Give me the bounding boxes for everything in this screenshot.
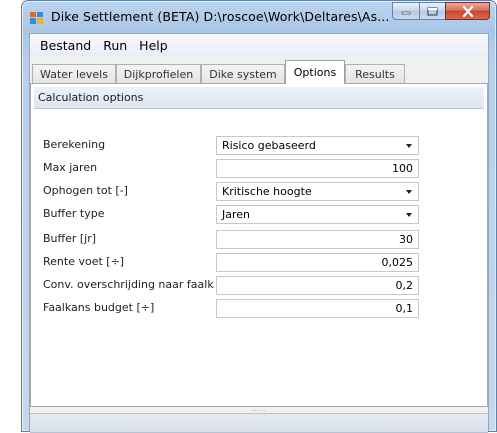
buffer-type-value: Jaren: [222, 208, 251, 221]
menu-bar: Bestand Run Help: [30, 34, 488, 56]
title-bar[interactable]: Dike Settlement (BETA) D:\roscoe\Work\De…: [22, 1, 496, 33]
options-tab-page: Calculation options Berekening Risico ge…: [30, 83, 488, 407]
rente-voet-label: Rente voet [÷]: [43, 255, 125, 268]
ophogen-tot-value: Kritische hoogte: [222, 185, 312, 198]
option-row-conv-overschrijding: Conv. overschrijding naar faalk 0,2: [31, 275, 487, 295]
ophogen-tot-label: Ophogen tot [-]: [43, 184, 128, 197]
close-icon: [462, 5, 473, 17]
option-row-faalkans-budget: Faalkans budget [÷] 0,1: [31, 298, 487, 318]
rente-voet-input[interactable]: 0,025: [216, 253, 419, 272]
menu-help[interactable]: Help: [133, 38, 174, 53]
maximize-button[interactable]: [419, 2, 445, 20]
max-jaren-input[interactable]: 100: [216, 159, 419, 178]
tab-strip: Water levels Dijkprofielen Dike system O…: [30, 56, 488, 84]
buffer-type-dropdown[interactable]: Jaren: [216, 205, 419, 224]
berekening-value: Risico gebaseerd: [222, 139, 316, 152]
buffer-jr-input[interactable]: 30: [216, 230, 419, 249]
tab-dijkprofielen[interactable]: Dijkprofielen: [116, 64, 201, 83]
faalkans-budget-label: Faalkans budget [÷]: [43, 301, 155, 314]
option-row-buffer-jr: Buffer [jr] 30: [31, 229, 487, 249]
berekening-dropdown[interactable]: Risico gebaseerd: [216, 136, 419, 155]
faalkans-budget-input[interactable]: 0,1: [216, 299, 419, 318]
minimize-icon: [401, 11, 411, 15]
chevron-down-icon: [406, 190, 412, 194]
bottom-panel: [30, 413, 488, 433]
conv-overschrijding-input[interactable]: 0,2: [216, 276, 419, 295]
option-row-rente-voet: Rente voet [÷] 0,025: [31, 252, 487, 272]
buffer-type-label: Buffer type: [43, 207, 105, 220]
tab-options[interactable]: Options: [285, 60, 345, 84]
window-title: Dike Settlement (BETA) D:\roscoe\Work\De…: [51, 9, 390, 24]
max-jaren-label: Max jaren: [43, 161, 98, 174]
tab-results[interactable]: Results: [345, 64, 405, 83]
close-button[interactable]: [445, 2, 490, 20]
client-area: Bestand Run Help Water levels Dijkprofie…: [29, 33, 489, 433]
menu-bestand[interactable]: Bestand: [34, 38, 97, 53]
chevron-down-icon: [406, 144, 412, 148]
option-row-max-jaren: Max jaren 100: [31, 158, 487, 178]
option-row-berekening: Berekening Risico gebaseerd: [31, 135, 487, 155]
option-row-ophogen-tot: Ophogen tot [-] Kritische hoogte: [31, 181, 487, 201]
menu-run[interactable]: Run: [97, 38, 133, 53]
calculation-options-header: Calculation options: [34, 87, 484, 109]
option-row-buffer-type: Buffer type Jaren: [31, 204, 487, 224]
buffer-jr-label: Buffer [jr]: [43, 232, 97, 245]
minimize-button[interactable]: [392, 2, 419, 20]
tab-water-levels[interactable]: Water levels: [32, 64, 116, 83]
tab-dike-system[interactable]: Dike system: [201, 64, 285, 83]
app-icon: [30, 12, 43, 24]
app-window: Dike Settlement (BETA) D:\roscoe\Work\De…: [21, 0, 497, 433]
ophogen-tot-dropdown[interactable]: Kritische hoogte: [216, 182, 419, 201]
maximize-icon: [427, 7, 438, 15]
chevron-down-icon: [406, 213, 412, 217]
window-controls: [392, 2, 490, 20]
berekening-label: Berekening: [43, 138, 106, 151]
conv-overschrijding-label: Conv. overschrijding naar faalk: [43, 278, 214, 291]
